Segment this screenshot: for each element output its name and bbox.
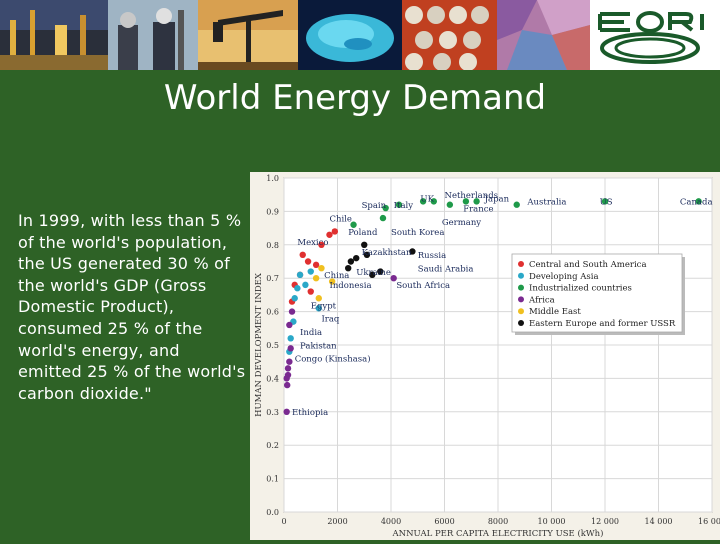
y-tick-label: 0.3	[266, 408, 279, 417]
data-point	[288, 308, 296, 315]
pipes-photo	[402, 0, 497, 70]
data-point	[291, 295, 298, 302]
y-tick-label: 0.4	[266, 374, 279, 383]
x-tick-label: 6000	[434, 517, 454, 526]
x-tick-label: 4000	[381, 517, 401, 526]
slide-body-text: In 1999, with less than 5 % of the world…	[18, 211, 246, 403]
point-label: Canada	[680, 198, 713, 208]
point-label: Ethiopia	[292, 408, 328, 418]
y-tick-label: 0.1	[266, 475, 279, 484]
point-label: Italy	[394, 201, 414, 211]
y-tick-label: 0.8	[266, 241, 279, 250]
workers-photo	[108, 0, 198, 70]
point-label: Poland	[348, 228, 378, 238]
point-label: Mexico	[297, 238, 328, 248]
x-tick-label: 16 000	[698, 517, 720, 526]
data-point	[379, 214, 387, 222]
data-point	[284, 381, 291, 389]
refinery-photo	[0, 0, 108, 70]
data-point	[287, 345, 294, 352]
point-label: Spain	[362, 201, 387, 211]
legend-label: Central and South America	[529, 260, 647, 270]
data-point	[307, 268, 314, 275]
pumpjack-photo	[198, 0, 298, 70]
point-label: Australia	[526, 198, 566, 208]
data-point	[284, 365, 292, 372]
point-label: Indonesia	[329, 281, 371, 291]
data-point	[283, 375, 290, 382]
y-tick-label: 0.2	[266, 441, 279, 450]
x-tick-label: 0	[281, 517, 286, 526]
x-tick-label: 8000	[488, 517, 508, 526]
data-point	[286, 321, 293, 329]
data-point	[299, 251, 306, 259]
point-label: France	[463, 204, 493, 214]
data-point	[307, 288, 314, 295]
geology-model-photo	[298, 0, 402, 70]
point-label: Russia	[418, 251, 446, 261]
y-tick-label: 0.0	[266, 508, 279, 517]
data-point	[296, 271, 304, 279]
x-tick-label: 2000	[327, 517, 347, 526]
data-point	[304, 258, 312, 265]
legend-marker	[518, 272, 524, 279]
data-point	[294, 285, 301, 292]
legend-marker	[518, 284, 524, 291]
legend-label: Eastern Europe and former USSR	[529, 319, 676, 329]
y-tick-label: 0.5	[266, 341, 279, 350]
x-tick-label: 14 000	[645, 517, 673, 526]
data-point	[446, 201, 454, 208]
legend-label: Industrialized countries	[529, 284, 632, 294]
data-point	[287, 335, 294, 342]
point-label: Egypt	[311, 301, 337, 311]
eori-logo	[590, 0, 720, 70]
data-point	[513, 201, 520, 208]
data-point	[353, 254, 360, 262]
header-banner	[0, 0, 720, 70]
legend-marker	[518, 296, 524, 303]
x-axis-label: ANNUAL PER CAPITA ELECTRICITY USE (kWh)	[392, 528, 604, 539]
scatter-chart: 0.0 0.1 0.2 0.3 0.4 0.5 0.6 0.7 0.8 0.9 1.0 0 2000 40…	[254, 174, 720, 539]
data-point	[286, 358, 293, 365]
point-label: Saudi Arabia	[418, 265, 474, 275]
data-point	[347, 258, 355, 265]
legend-marker	[518, 261, 524, 267]
point-label: Ukraine	[356, 268, 391, 278]
minerals-photo	[497, 0, 590, 70]
data-point	[283, 408, 290, 415]
y-tick-label: 0.6	[266, 308, 279, 317]
x-tick-label: 12 000	[591, 517, 619, 526]
legend-label: Middle East	[529, 307, 581, 317]
data-point	[312, 261, 320, 269]
legend-label: Developing Asia	[529, 272, 599, 282]
legend-marker	[518, 320, 524, 326]
y-tick-label: 0.7	[266, 274, 279, 283]
data-point	[331, 228, 339, 235]
data-point	[302, 281, 309, 289]
y-tick-label: 0.9	[266, 207, 279, 216]
slide-title: World Energy Demand	[163, 78, 547, 118]
x-tick-label: 10 000	[538, 517, 566, 526]
point-label: Pakistan	[300, 341, 337, 351]
legend-marker	[518, 308, 524, 315]
data-point	[312, 275, 320, 282]
point-label: Kazakhstan	[362, 248, 412, 258]
y-tick-label: 1.0	[266, 174, 279, 183]
point-label: Japan	[484, 194, 510, 204]
point-label: Chile	[329, 214, 351, 224]
point-label: Iraq	[321, 315, 339, 325]
hdi-vs-electricity-chart: 0.0 0.1 0.2 0.3 0.4 0.5 0.6 0.7 0.8 0.9 1.0 0 2000 40…	[250, 172, 720, 540]
point-label: US	[600, 198, 613, 208]
point-label: South Korea	[391, 228, 444, 238]
point-label: South Africa	[396, 281, 450, 291]
legend-label: Africa	[528, 295, 555, 305]
point-label: India	[300, 328, 322, 338]
y-axis-label: HUMAN DEVELOPMENT INDEX	[254, 272, 264, 417]
point-label: Congo (Kinshasa)	[295, 354, 371, 365]
point-label: UK	[420, 194, 434, 204]
point-label: China	[324, 271, 349, 281]
point-label: Germany	[442, 218, 481, 228]
